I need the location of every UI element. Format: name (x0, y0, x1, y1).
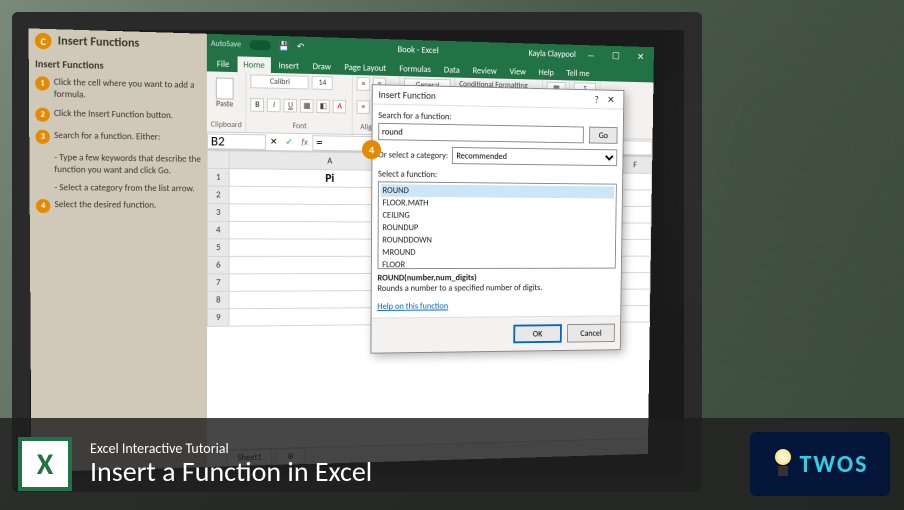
ok-button[interactable]: OK (513, 324, 562, 343)
row-header-7[interactable]: 7 (207, 274, 229, 292)
row-header-4[interactable]: 4 (207, 221, 229, 239)
row-header-3[interactable]: 3 (207, 204, 229, 222)
cancel-button[interactable]: Cancel (567, 324, 615, 343)
underline-button[interactable]: U (284, 98, 298, 112)
tutorial-step-3: 3Search for a function. Either: (35, 130, 201, 146)
function-signature: ROUND(number,num_digits) (377, 273, 476, 284)
tab-page-layout[interactable]: Page Layout (339, 59, 392, 76)
font-size-dropdown[interactable]: 14 (312, 76, 333, 90)
tutorial-sub-b: - Select a category from the list arrow. (54, 182, 201, 195)
tutorial-panel: C Insert Functions Insert Functions 1Cli… (29, 28, 207, 472)
dialog-title: Insert Function (378, 88, 436, 102)
step-number-1: 1 (35, 76, 50, 90)
step-number-3: 3 (35, 130, 50, 144)
border-button[interactable]: ▦ (300, 99, 314, 113)
row-header-1[interactable]: 1 (207, 168, 229, 186)
select-function-label: Select a function: (378, 169, 617, 182)
tutorial-badge-icon: C (35, 33, 52, 50)
save-icon[interactable]: 💾 (278, 40, 289, 51)
confirm-edit-icon[interactable]: ✓ (281, 137, 297, 148)
fill-color-button[interactable]: ◧ (317, 99, 330, 113)
search-input[interactable] (378, 123, 584, 144)
italic-button[interactable]: I (267, 98, 281, 112)
dialog-close-button[interactable]: ✕ (604, 93, 618, 105)
minimize-button[interactable]: ― (581, 46, 601, 63)
category-select[interactable]: Recommended (452, 147, 618, 166)
undo-icon[interactable]: ↶ (297, 41, 304, 52)
category-label: Or select a category: (378, 149, 448, 160)
align-left-button[interactable]: ≡ (357, 100, 370, 114)
tutorial-header-title: Insert Functions (58, 34, 140, 50)
doc-title: Book - Excel (304, 41, 528, 58)
row-header-2[interactable]: 2 (207, 186, 229, 204)
go-button[interactable]: Go (589, 127, 618, 144)
row-header-5[interactable]: 5 (207, 239, 229, 257)
list-item[interactable]: ROUNDUP (380, 221, 613, 234)
overlay-title: Insert a Function in Excel (90, 457, 372, 488)
font-group-label: Font (251, 120, 349, 131)
row-header-9[interactable]: 9 (207, 309, 229, 327)
tab-insert[interactable]: Insert (273, 57, 305, 73)
tab-tell-me[interactable]: Tell me (561, 65, 595, 81)
tab-formulas[interactable]: Formulas (394, 61, 437, 77)
row-header-8[interactable]: 8 (207, 291, 229, 309)
close-button[interactable]: ✕ (631, 47, 651, 64)
align-top-button[interactable]: ≡ (357, 77, 370, 91)
step4-callout-badge: 4 (362, 140, 381, 159)
paste-button[interactable]: Paste (211, 73, 239, 113)
step-number-4: 4 (36, 199, 51, 213)
row-header-6[interactable]: 6 (207, 256, 229, 274)
font-color-button[interactable]: A (333, 99, 346, 113)
tab-draw[interactable]: Draw (307, 58, 337, 74)
excel-window: AutoSave 💾 ↶ Book - Excel Kayla Claypool… (207, 34, 654, 467)
dialog-help-icon[interactable]: ? (590, 93, 604, 105)
tutorial-header: C Insert Functions (35, 29, 201, 58)
font-name-dropdown[interactable]: Calibri (251, 74, 309, 89)
clipboard-group-label: Clipboard (211, 120, 242, 130)
clipboard-icon (216, 78, 234, 100)
insert-function-icon[interactable]: fx (297, 137, 312, 148)
maximize-button[interactable]: ☐ (606, 47, 626, 64)
tab-file[interactable]: File (211, 56, 235, 72)
list-item[interactable]: ROUNDDOWN (380, 234, 613, 247)
list-item[interactable]: FLOOR (380, 258, 613, 269)
name-box[interactable] (207, 133, 266, 150)
autosave-toggle[interactable] (249, 40, 271, 50)
tutorial-step-4: 4Select the desired function. (36, 199, 201, 214)
step-number-2: 2 (35, 108, 50, 122)
excel-logo-icon (18, 437, 72, 491)
help-link[interactable]: Help on this function (377, 301, 448, 312)
lightbulb-icon (772, 449, 794, 479)
tutorial-step-2: 2Click the Insert Function button. (35, 108, 201, 125)
cancel-edit-icon[interactable]: ✕ (266, 136, 282, 147)
tab-home[interactable]: Home (237, 56, 270, 73)
function-description: Rounds a number to a specified number of… (377, 283, 542, 294)
tutorial-step-1: 1Click the cell where you want to add a … (35, 76, 201, 103)
list-item[interactable]: MROUND (380, 246, 613, 258)
logo-text: TWOS (800, 450, 869, 479)
insert-function-dialog: Insert Function ? ✕ Search for a functio… (370, 84, 624, 354)
select-all-corner[interactable] (207, 151, 229, 169)
autosave-label: AutoSave (211, 39, 241, 50)
tab-review[interactable]: Review (467, 63, 502, 79)
user-name[interactable]: Kayla Claypool (528, 48, 576, 60)
tab-view[interactable]: View (504, 64, 532, 80)
tab-help[interactable]: Help (533, 64, 559, 80)
function-listbox[interactable]: ROUND FLOOR.MATH CEILING ROUNDUP ROUNDDO… (377, 181, 616, 269)
bold-button[interactable]: B (251, 97, 265, 111)
twos-logo: TWOS (750, 432, 890, 496)
tutorial-sub-a: - Type a few keywords that describe the … (54, 152, 201, 177)
tutorial-title: Insert Functions (35, 57, 201, 74)
list-item[interactable]: CEILING (381, 209, 614, 222)
tab-data[interactable]: Data (438, 62, 465, 78)
